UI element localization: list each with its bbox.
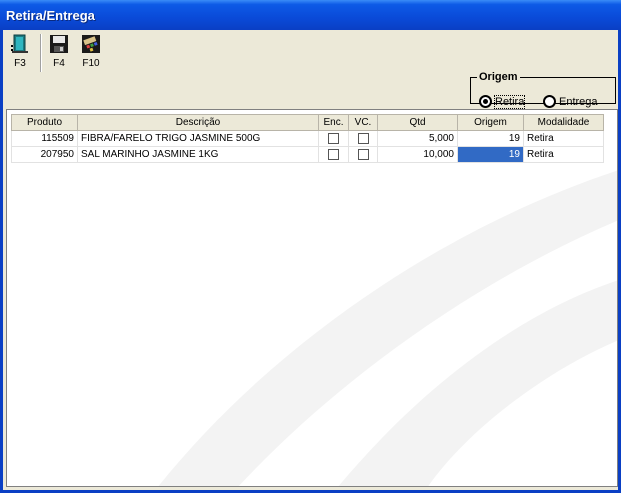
cell-modalidade[interactable]: Retira — [523, 130, 604, 147]
exit-key-label: F3 — [14, 58, 26, 69]
radio-retira-label: Retira — [493, 94, 526, 109]
col-header-produto[interactable]: Produto — [11, 114, 78, 131]
vc-checkbox[interactable] — [357, 148, 369, 160]
bottom-border — [6, 487, 618, 490]
cell-enc[interactable] — [318, 130, 349, 147]
calculator-key-label: F10 — [82, 58, 100, 69]
radio-entrega-label: Entrega — [559, 95, 598, 108]
col-header-modalidade[interactable]: Modalidade — [523, 114, 604, 131]
col-header-descricao[interactable]: Descrição — [77, 114, 319, 131]
cell-produto[interactable]: 207950 — [11, 146, 78, 163]
grid-table: Produto Descrição Enc. VC. Qtd Origem Mo… — [11, 114, 604, 163]
calculator-icon — [80, 33, 102, 55]
origem-legend: Origem — [479, 71, 518, 83]
enc-checkbox[interactable] — [328, 132, 339, 144]
save-button[interactable]: F4 — [46, 33, 72, 69]
cell-origem-selected[interactable]: 19 — [457, 146, 524, 163]
cell-qtd[interactable]: 5,000 — [377, 130, 458, 147]
cell-vc[interactable] — [348, 130, 378, 147]
enc-checkbox[interactable] — [328, 148, 339, 160]
exit-door-icon — [9, 33, 31, 55]
cell-vc[interactable] — [348, 146, 378, 163]
col-header-vc[interactable]: VC. — [348, 114, 378, 131]
items-grid[interactable]: Produto Descrição Enc. VC. Qtd Origem Mo… — [6, 109, 618, 487]
cell-origem[interactable]: 19 — [457, 130, 524, 147]
grid-header-row: Produto Descrição Enc. VC. Qtd Origem Mo… — [11, 114, 604, 131]
radio-retira[interactable]: Retira — [479, 94, 526, 109]
table-row[interactable]: 115509 FIBRA/FARELO TRIGO JASMINE 500G 5… — [11, 130, 604, 147]
save-key-label: F4 — [53, 58, 65, 69]
cell-enc[interactable] — [318, 146, 349, 163]
cell-qtd[interactable]: 10,000 — [377, 146, 458, 163]
calculator-button[interactable]: F10 — [78, 33, 104, 69]
col-header-qtd[interactable]: Qtd — [377, 114, 458, 131]
cell-produto[interactable]: 115509 — [11, 130, 78, 147]
exit-button[interactable]: F3 — [7, 33, 33, 69]
radio-selected-icon — [479, 95, 492, 108]
table-row[interactable]: 207950 SAL MARINHO JASMINE 1KG 10,000 19… — [11, 146, 604, 163]
radio-unselected-icon — [543, 95, 556, 108]
retira-entrega-window: Retira/Entrega F3 F4 F10 Origem Retira E… — [0, 0, 621, 493]
floppy-disk-save-icon — [48, 33, 70, 55]
background-watermark — [158, 170, 617, 486]
window-title: Retira/Entrega — [6, 8, 95, 23]
radio-entrega[interactable]: Entrega — [543, 95, 598, 108]
cell-descricao[interactable]: SAL MARINHO JASMINE 1KG — [77, 146, 319, 163]
cell-descricao[interactable]: FIBRA/FARELO TRIGO JASMINE 500G — [77, 130, 319, 147]
toolbar-separator — [40, 34, 42, 72]
origem-group: Origem Retira Entrega — [470, 71, 616, 109]
col-header-enc[interactable]: Enc. — [318, 114, 349, 131]
cell-modalidade[interactable]: Retira — [523, 146, 604, 163]
vc-checkbox[interactable] — [357, 132, 369, 144]
col-header-origem[interactable]: Origem — [457, 114, 524, 131]
title-bar[interactable]: Retira/Entrega — [0, 0, 621, 30]
